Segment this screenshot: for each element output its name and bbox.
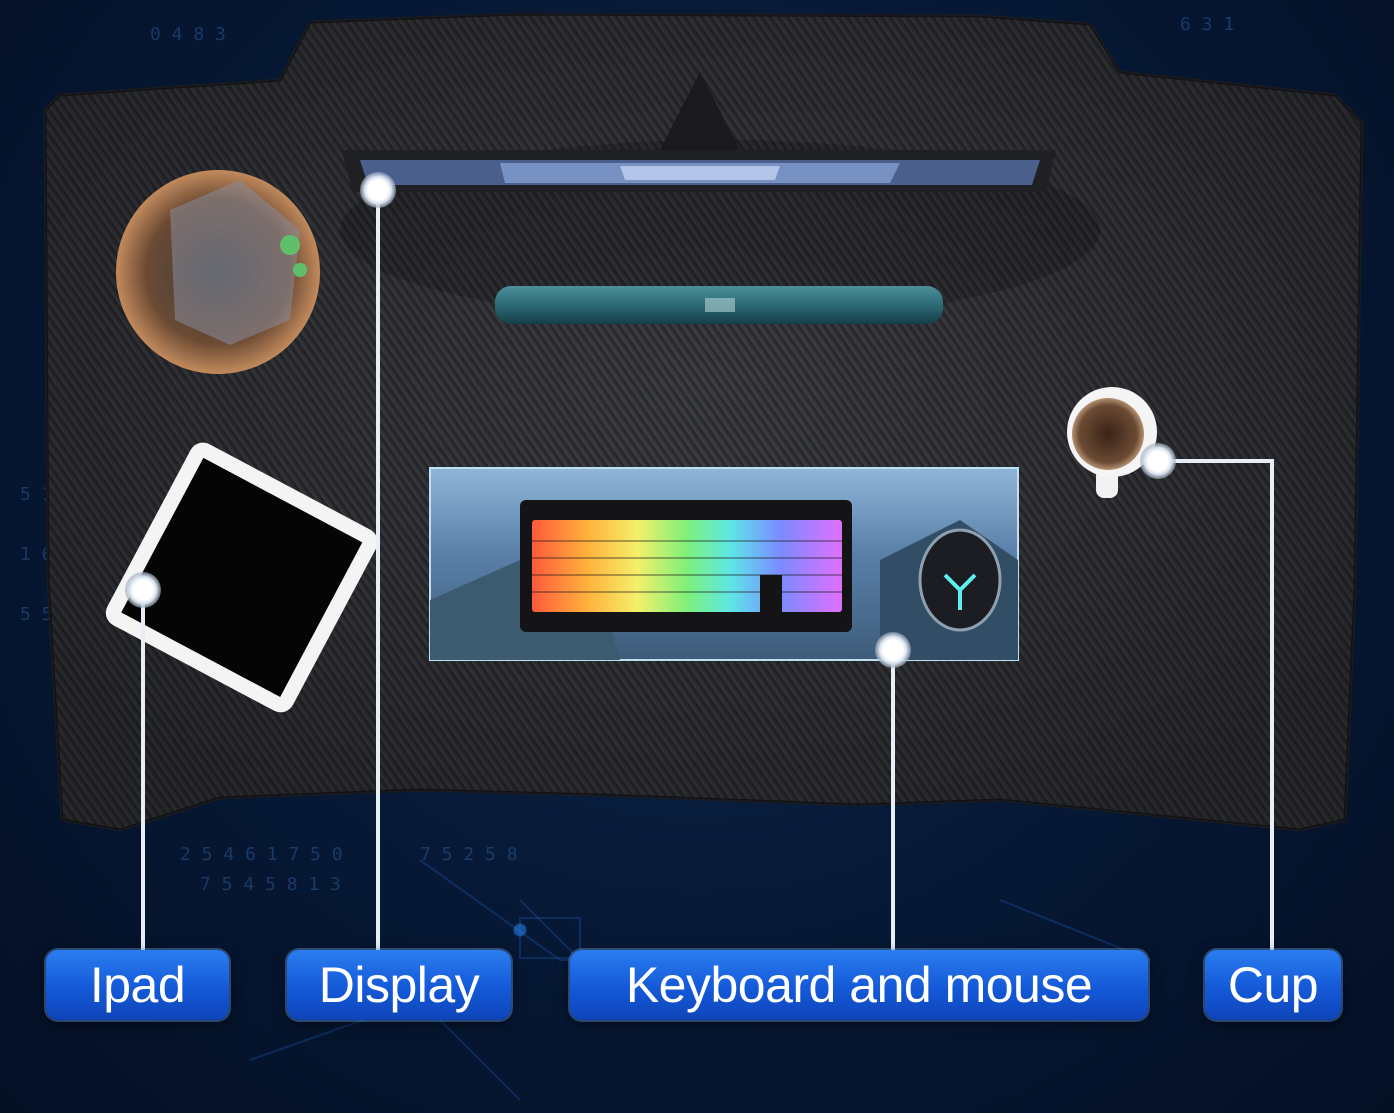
svg-text:2 5 4 6 1 7 5 0: 2 5 4 6 1 7 5 0 xyxy=(180,844,343,865)
gaming-mouse xyxy=(918,528,1002,632)
monitor-light-bar xyxy=(495,286,943,324)
svg-text:7 5 4 5 8 1 3: 7 5 4 5 8 1 3 xyxy=(200,874,341,895)
display xyxy=(342,150,1056,192)
label-cup: Cup xyxy=(1205,950,1341,1020)
callout-dot-keyboard xyxy=(875,632,911,668)
desk-scene: 5 1 2 1 6 4 5 5 9 2 5 4 6 1 7 5 0 7 5 4 … xyxy=(20,12,1364,1101)
svg-text:7 5 2 5 8: 7 5 2 5 8 xyxy=(420,844,518,865)
callout-dot-ipad xyxy=(125,572,161,608)
rgb-keyboard xyxy=(520,500,852,632)
plant-pot xyxy=(116,170,320,374)
svg-text:6 3 1: 6 3 1 xyxy=(1180,14,1234,35)
callout-dot-display xyxy=(360,172,396,208)
callout-dot-cup xyxy=(1140,443,1176,479)
label-keyboard-and-mouse: Keyboard and mouse xyxy=(570,950,1148,1020)
label-display: Display xyxy=(287,950,511,1020)
svg-text:0 4 8 3: 0 4 8 3 xyxy=(150,24,226,45)
label-ipad: Ipad xyxy=(46,950,229,1020)
